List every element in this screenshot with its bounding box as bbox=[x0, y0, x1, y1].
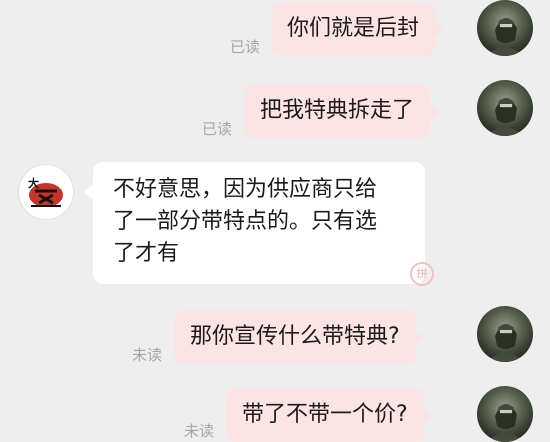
read-status: 已读 bbox=[230, 38, 261, 56]
user-avatar-icon[interactable] bbox=[477, 306, 533, 362]
message-text: 带了不带一个价? bbox=[242, 402, 408, 427]
message-bubble-outgoing[interactable]: 把我特典拆走了 bbox=[244, 84, 440, 138]
read-status: 未读 bbox=[132, 346, 163, 364]
user-avatar-icon[interactable] bbox=[477, 80, 533, 136]
read-status: 未读 bbox=[184, 422, 215, 440]
message-bubble-incoming[interactable]: 不好意思，因为供应商只给 了一部分带特点的。只有选 了才有 bbox=[84, 162, 425, 284]
watermark-icon: 拼 bbox=[410, 262, 434, 286]
message-bubble-outgoing[interactable]: 那你宣传什么带特典? bbox=[174, 310, 425, 364]
message-text-line: 了一部分带特点的。只有选 bbox=[113, 209, 378, 234]
message-bubble-outgoing[interactable]: 你们就是后封 bbox=[271, 2, 445, 56]
svg-text:大: 大 bbox=[28, 176, 39, 190]
user-avatar-icon[interactable] bbox=[477, 0, 533, 56]
read-status: 已读 bbox=[202, 120, 233, 138]
shop-logo-avatar-icon[interactable]: 大 bbox=[18, 164, 74, 220]
message-text: 把我特典拆走了 bbox=[260, 98, 415, 123]
message-text: 那你宣传什么带特典? bbox=[190, 324, 400, 349]
message-text-line: 了才有 bbox=[113, 241, 180, 266]
message-text: 你们就是后封 bbox=[287, 16, 420, 41]
message-text-line: 不好意思，因为供应商只给 bbox=[113, 177, 378, 202]
